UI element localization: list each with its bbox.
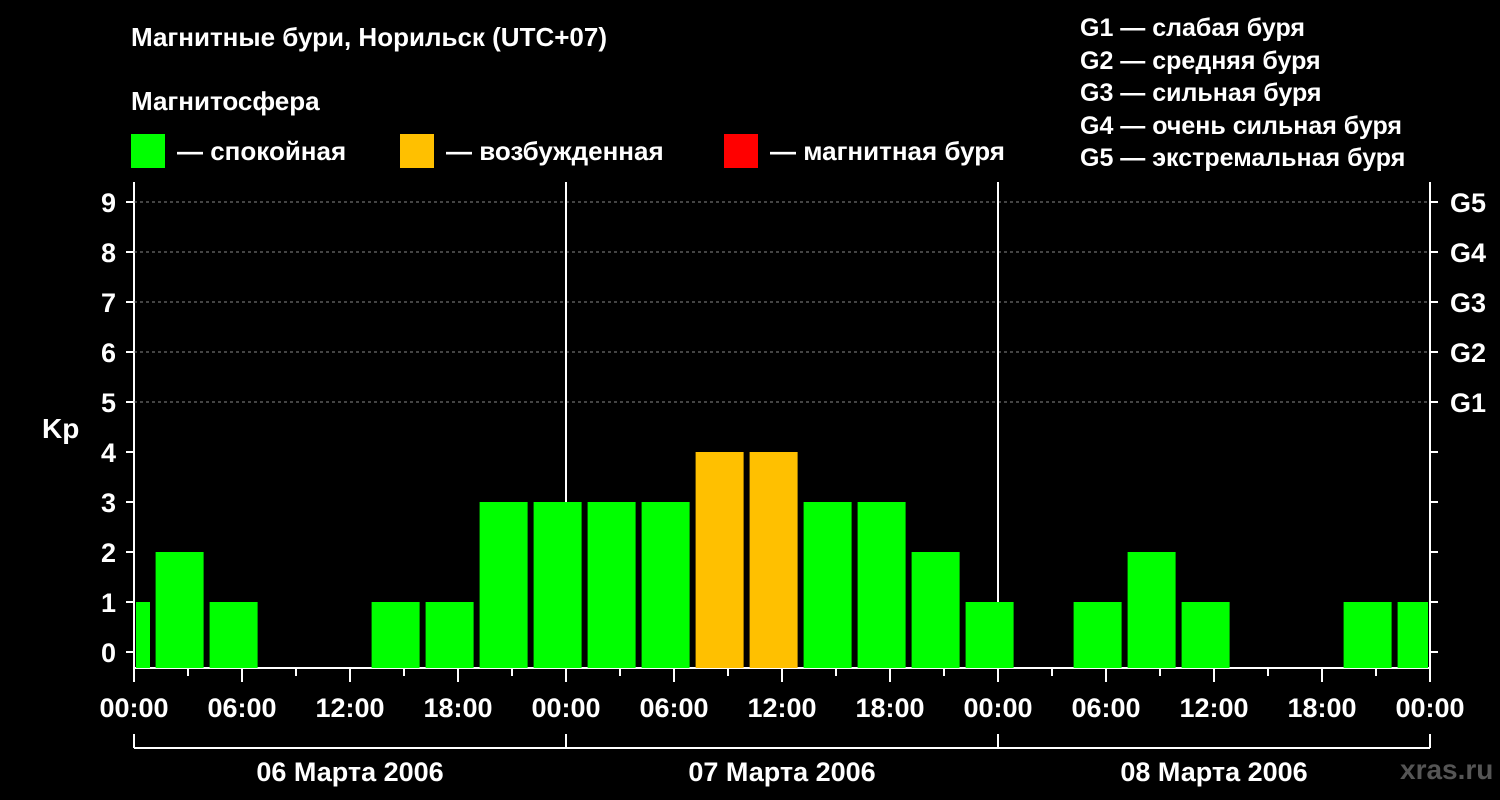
kp-bar [695,452,744,668]
kp-bar [1181,602,1230,668]
x-tick-label: 12:00 [1179,693,1248,723]
kp-bar [371,602,420,668]
kp-bar [425,602,474,668]
x-tick-label: 12:00 [747,693,816,723]
kp-bar [1073,602,1122,668]
y-axis-label: Kp [42,413,79,444]
x-tick-label: 00:00 [531,693,600,723]
x-tick-label: 18:00 [855,693,924,723]
y-tick-label: 9 [101,188,116,218]
kp-bar [1127,552,1176,668]
kp-bar [136,602,150,668]
kp-bar [479,502,528,668]
y-tick-label: 5 [101,388,116,418]
kp-bar-chart: 0 1 2 3 4 5 6 7 8 9 G1 G2 G3 G4 G5 Kp 00:00 06:00 12:00 18:… [42,182,1486,787]
x-tick-label: 18:00 [423,693,492,723]
y-tick-label: 2 [101,538,116,568]
y-tick-label: 7 [101,288,116,318]
x-tick-label: 06:00 [207,693,276,723]
x-tick-label: 00:00 [963,693,1032,723]
kp-bar [1397,602,1428,668]
y-tick-label: 0 [101,638,116,668]
kp-bar [857,502,906,668]
storm-level-label: G1 [1450,388,1486,418]
x-tick-label: 06:00 [1071,693,1140,723]
y-tick-label: 3 [101,488,116,518]
kp-bar [911,552,960,668]
kp-bar [1343,602,1392,668]
watermark: xras.ru [1400,754,1494,785]
y-tick-label: 6 [101,338,116,368]
x-tick-label: 00:00 [99,693,168,723]
kp-bar [965,602,1014,668]
x-tick-label: 12:00 [315,693,384,723]
x-tick-label: 00:00 [1395,693,1464,723]
day-label: 07 Марта 2006 [688,757,875,787]
day-label: 06 Марта 2006 [256,757,443,787]
kp-bar [641,502,690,668]
x-tick-label: 06:00 [639,693,708,723]
storm-level-label: G4 [1450,238,1486,268]
kp-bar [209,602,258,668]
y-tick-label: 8 [101,238,116,268]
kp-bar [155,552,204,668]
y-tick-label: 1 [101,588,116,618]
day-label: 08 Марта 2006 [1120,757,1307,787]
x-tick-label: 18:00 [1287,693,1356,723]
kp-bar [587,502,636,668]
kp-bar [803,502,852,668]
storm-level-label: G5 [1450,188,1486,218]
kp-bar [533,502,582,668]
storm-level-label: G3 [1450,288,1486,318]
y-tick-label: 4 [101,438,116,468]
kp-bar [749,452,798,668]
storm-level-label: G2 [1450,338,1486,368]
